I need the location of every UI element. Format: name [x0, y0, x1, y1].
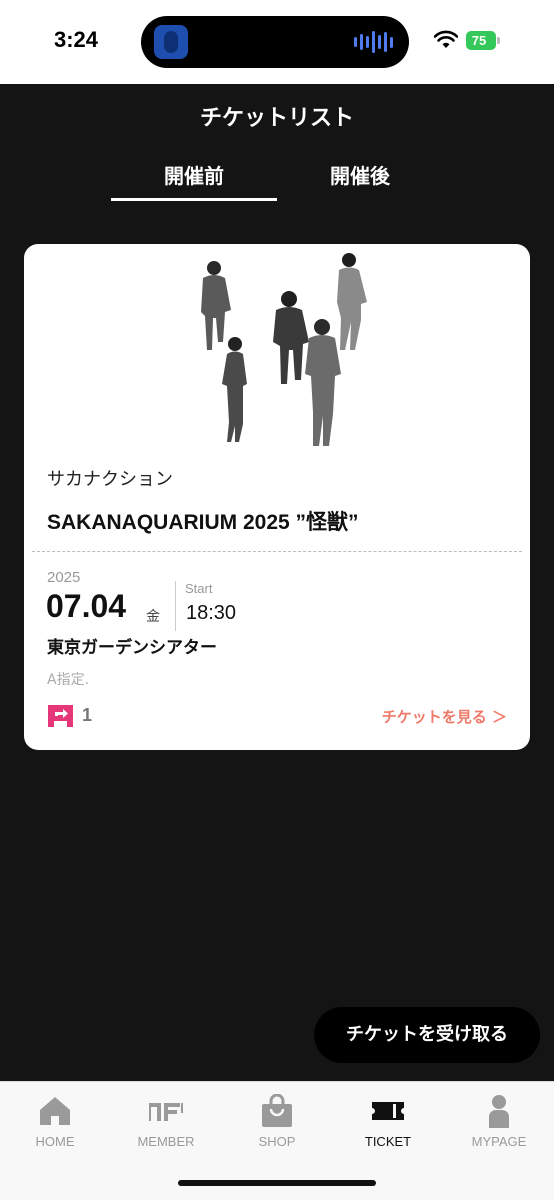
tab-upcoming[interactable]: 開催前: [111, 160, 277, 202]
status-time: 3:24: [54, 27, 99, 52]
view-ticket-link[interactable]: チケットを見る ＞: [382, 706, 507, 727]
event-date: 07.04: [46, 588, 127, 624]
now-playing-app-icon: [154, 25, 188, 59]
start-label: Start: [185, 581, 213, 596]
nav-label-ticket: TICKET: [364, 1134, 412, 1149]
audio-waveform-icon: [354, 30, 393, 54]
nav-ticket[interactable]: TICKET: [333, 1082, 443, 1162]
shopping-bag-icon: [262, 1094, 292, 1127]
seat-type: A指定.: [47, 672, 90, 688]
nav-shop[interactable]: SHOP: [222, 1082, 332, 1162]
home-icon: [40, 1097, 70, 1125]
nav-label-shop: SHOP: [258, 1134, 296, 1149]
receive-ticket-button[interactable]: チケットを受け取る: [314, 1007, 540, 1063]
nav-mypage[interactable]: MYPAGE: [444, 1082, 554, 1162]
start-time: 18:30: [186, 602, 237, 624]
event-title: SAKANAQUARIUM 2025 ”怪獣”: [47, 511, 359, 534]
venue-name: 東京ガーデンシアター: [47, 638, 217, 658]
member-logo-icon: [149, 1103, 183, 1121]
nav-home[interactable]: HOME: [0, 1082, 110, 1162]
battery-indicator: 75: [466, 31, 500, 50]
event-year: 2025: [47, 569, 81, 586]
battery-level: 75: [471, 33, 487, 48]
ticket-transfer-icon: [48, 705, 73, 727]
artist-name: サカナクション: [47, 469, 173, 490]
page-title: チケットリスト: [199, 106, 354, 131]
dashed-divider: [32, 551, 522, 552]
active-tab-indicator: [111, 198, 277, 201]
ticket-count: 1: [82, 705, 93, 725]
nav-member[interactable]: MEMBER: [111, 1082, 221, 1162]
status-bar: 3:24 75: [0, 0, 554, 84]
ticket-icon: [372, 1102, 404, 1120]
nav-label-member: MEMBER: [137, 1134, 195, 1149]
tab-past[interactable]: 開催後: [277, 160, 443, 202]
artist-photo: [201, 253, 367, 446]
date-time-separator: [175, 581, 176, 631]
nav-label-home: HOME: [35, 1134, 75, 1149]
wifi-icon: [434, 30, 458, 48]
dynamic-island[interactable]: [141, 16, 409, 68]
nav-label-mypage: MYPAGE: [471, 1134, 527, 1149]
event-weekday: 金: [146, 609, 160, 625]
home-indicator[interactable]: [178, 1180, 376, 1186]
person-icon: [489, 1095, 509, 1128]
ticket-card[interactable]: サカナクション SAKANAQUARIUM 2025 ”怪獣” 2025 07.…: [24, 244, 530, 750]
